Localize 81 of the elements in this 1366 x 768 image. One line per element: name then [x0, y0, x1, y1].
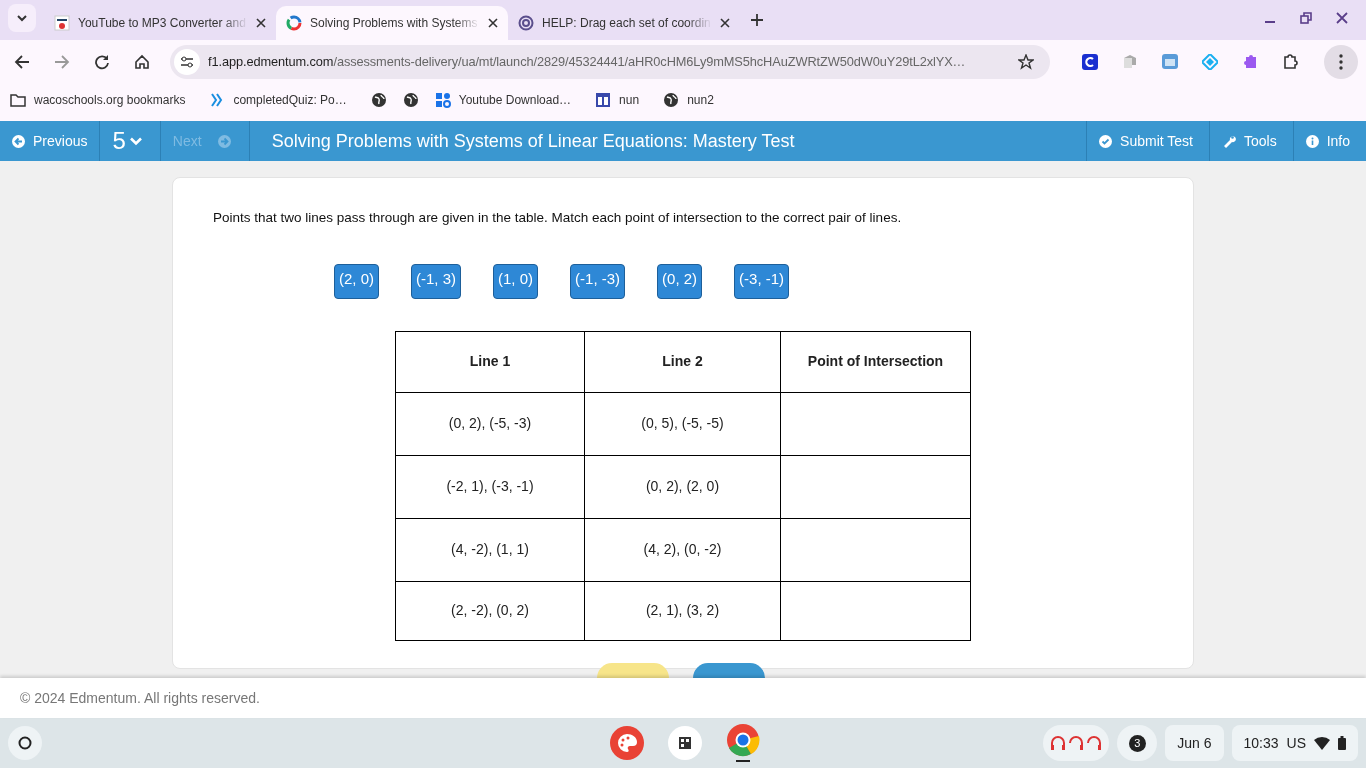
answer-tile[interactable]: (-1, 3)	[411, 264, 462, 299]
browser-tab[interactable]: HELP: Drag each set of coordin	[508, 6, 740, 40]
table-cell: (0, 5), (-5, -5)	[584, 392, 781, 456]
status-tray-button[interactable]: 10:33 US	[1231, 725, 1358, 761]
drop-zone[interactable]	[780, 392, 971, 456]
restore-icon[interactable]	[1300, 12, 1312, 24]
table-cell: (0, 2), (-5, -3)	[395, 392, 585, 456]
qr-code-icon[interactable]	[668, 726, 702, 760]
reload-icon[interactable]	[94, 54, 110, 70]
globe-icon[interactable]	[370, 92, 387, 108]
more-icon	[1339, 54, 1343, 70]
shapes-icon	[434, 92, 451, 108]
browser-tab[interactable]: YouTube to MP3 Converter and	[44, 6, 276, 40]
browser-tab[interactable]: Solving Problems with Systems	[276, 6, 508, 40]
site-settings-icon[interactable]	[180, 56, 194, 68]
launcher-button[interactable]	[8, 726, 42, 760]
circle-icon	[18, 736, 32, 750]
check-circle-icon	[1099, 134, 1113, 148]
audio-tray-button[interactable]	[1043, 725, 1110, 761]
close-icon[interactable]	[720, 18, 730, 28]
test-title: Solving Problems with Systems of Linear Equations: Mastery Test	[270, 129, 796, 153]
globe-icon[interactable]	[402, 92, 419, 108]
answer-tile[interactable]: (1, 0)	[493, 264, 539, 299]
tab-search-button[interactable]	[8, 4, 36, 32]
answer-tile[interactable]: (2, 0)	[334, 264, 379, 299]
copyright-text: © 2024 Edmentum. All rights reserved.	[20, 688, 260, 708]
folder-icon	[10, 92, 26, 108]
drop-zone[interactable]	[780, 455, 971, 519]
table-cell: (2, 1), (3, 2)	[584, 581, 781, 641]
bookmark[interactable]: completedQuiz: Po…	[209, 91, 347, 109]
back-icon[interactable]	[14, 54, 30, 70]
notification-count: 3	[1128, 734, 1146, 752]
drop-zone[interactable]	[780, 518, 971, 582]
bookmark[interactable]: nun	[595, 91, 640, 109]
keyboard-layout-text: US	[1286, 733, 1306, 753]
drop-zone[interactable]	[780, 581, 971, 641]
bookmark[interactable]: nun2	[663, 91, 714, 109]
answer-tile[interactable]: (-1, -3)	[570, 264, 626, 299]
home-icon[interactable]	[134, 54, 150, 70]
arrow-left-icon	[12, 134, 25, 148]
address-bar[interactable]: f1.app.edmentum.com/assessments-delivery/ua/mt/launch/2829/45324441/aHR0cHM6Ly9mMS5hcHAuZWRtZW50dW0uY29tL2xlYX…	[170, 45, 1050, 79]
battery-icon	[1338, 736, 1346, 750]
arrow-right-icon	[217, 134, 231, 148]
menu-button[interactable]	[1324, 45, 1358, 79]
puzzle-icon[interactable]	[1282, 54, 1298, 70]
globe-icon	[663, 92, 680, 108]
new-tab-icon[interactable]	[750, 13, 764, 27]
column-header: Line 1	[395, 331, 585, 393]
close-icon[interactable]	[256, 18, 266, 28]
table-cell: (-2, 1), (-3, -1)	[395, 455, 585, 519]
close-icon[interactable]	[488, 18, 498, 28]
answer-tile[interactable]: (0, 2)	[657, 264, 703, 299]
window-icon	[595, 92, 612, 108]
column-header: Point of Intersection	[780, 331, 971, 393]
info-icon	[1305, 134, 1319, 148]
headphones-icon	[1049, 733, 1104, 753]
star-icon[interactable]	[1018, 54, 1034, 70]
clock-text: 10:33	[1243, 733, 1279, 753]
wifi-icon	[1314, 736, 1330, 750]
answer-tile[interactable]: (-3, -1)	[734, 264, 790, 299]
browser-icon[interactable]	[726, 723, 760, 763]
caret-icon	[129, 136, 142, 146]
close-icon[interactable]	[1336, 12, 1348, 24]
table-cell: (2, -2), (0, 2)	[395, 581, 585, 641]
date-button[interactable]: Jun 6	[1165, 725, 1224, 761]
favicon-icon	[54, 15, 70, 31]
url-text: f1.app.edmentum.com/assessments-delivery/ua/mt/launch/2829/45324441/aHR0cHM6Ly9mMS5hcHAuZWRtZW50dW0uY29tL2xlYX…	[208, 53, 967, 72]
caret-icon	[16, 14, 28, 22]
table-cell: (4, 2), (0, -2)	[584, 518, 781, 582]
favicon-icon	[518, 15, 534, 31]
extension-icon[interactable]	[1082, 54, 1098, 70]
palette-icon[interactable]	[610, 726, 644, 760]
column-header: Line 2	[584, 331, 781, 393]
bookmark[interactable]: wacoschools.org bookmarks	[10, 91, 186, 109]
question-prompt: Points that two lines pass through are given in the table. Match each point of intersection to the correct pair of lines.	[213, 209, 903, 227]
forward-icon[interactable]	[54, 54, 70, 70]
table-cell: (0, 2), (2, 0)	[584, 455, 781, 519]
notification-button[interactable]: 3	[1117, 725, 1158, 761]
bookmark[interactable]: Youtube Download…	[434, 91, 572, 109]
favicon-icon	[286, 15, 302, 31]
table-cell: (4, -2), (1, 1)	[395, 518, 585, 582]
